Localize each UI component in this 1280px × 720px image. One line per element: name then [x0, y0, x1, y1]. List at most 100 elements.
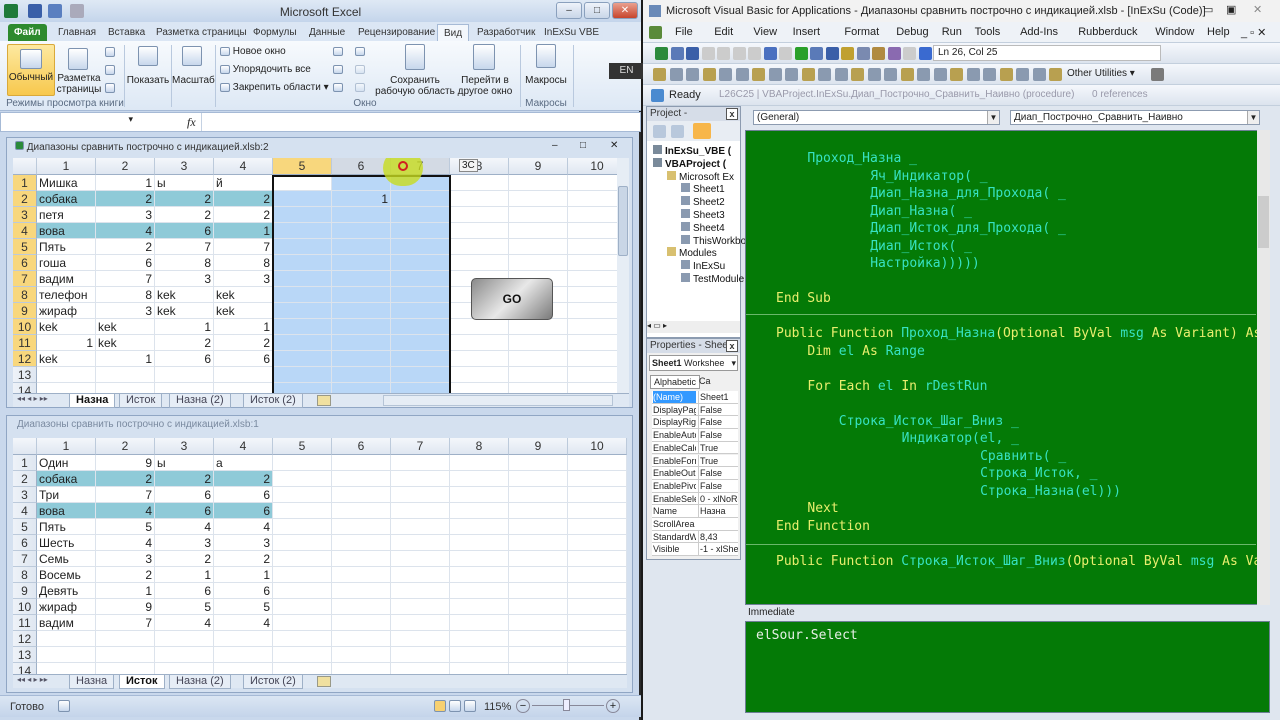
- select-all-corner[interactable]: [13, 158, 37, 175]
- cell[interactable]: вадим: [37, 271, 96, 287]
- cell[interactable]: [391, 599, 450, 615]
- cell[interactable]: 2: [155, 335, 214, 351]
- cell[interactable]: петя: [37, 207, 96, 223]
- cell[interactable]: 3: [96, 551, 155, 567]
- cell[interactable]: [37, 663, 96, 674]
- menu-item[interactable]: Edit: [714, 26, 733, 38]
- menu-item[interactable]: File: [675, 26, 693, 38]
- cell[interactable]: 2: [96, 567, 155, 583]
- cell[interactable]: [509, 383, 568, 393]
- cell[interactable]: [568, 223, 617, 239]
- cell[interactable]: [450, 583, 509, 599]
- cell[interactable]: 9: [96, 455, 155, 471]
- page-layout-button[interactable]: Разметка страницы: [56, 44, 102, 95]
- cell[interactable]: [509, 471, 568, 487]
- menu-item[interactable]: Rubberduck: [1078, 26, 1137, 38]
- row-header[interactable]: 1: [13, 175, 37, 191]
- cell[interactable]: [509, 615, 568, 631]
- row-header[interactable]: 4: [13, 503, 37, 519]
- bottom-sheet-grid[interactable]: 1 2 3 4 5 6 7 8 9 10 1 Один 9 ы а 2 собака 2 2 2 3 Три 7 6 6 4 вов…: [13, 438, 627, 674]
- ribbon-tab[interactable]: Главная: [52, 24, 102, 41]
- cell[interactable]: 5: [96, 519, 155, 535]
- cut-icon[interactable]: [701, 47, 715, 60]
- immediate-window[interactable]: elSour.Select: [745, 621, 1270, 713]
- vba-close-button[interactable]: ✕: [1253, 3, 1262, 16]
- vba-maximize-button[interactable]: ▣: [1226, 3, 1236, 16]
- rubberduck-tool-icon[interactable]: [653, 68, 666, 81]
- paste-icon[interactable]: [732, 47, 746, 60]
- code-vertical-scrollbar[interactable]: [1257, 130, 1270, 605]
- rubberduck-tool-icon[interactable]: [719, 68, 732, 81]
- cell[interactable]: [568, 663, 627, 674]
- row-header[interactable]: 14: [13, 663, 37, 674]
- cell[interactable]: [450, 519, 509, 535]
- rubberduck-tool-icon[interactable]: [669, 68, 683, 81]
- new-window-button[interactable]: Новое окно: [220, 46, 286, 57]
- save-workspace-button[interactable]: Сохранить рабочую область: [375, 44, 455, 97]
- rubberduck-tool-icon[interactable]: [950, 68, 963, 81]
- cell[interactable]: [155, 383, 214, 393]
- cell[interactable]: [450, 367, 509, 383]
- sheet-tab[interactable]: Назна: [69, 675, 115, 689]
- cell[interactable]: 1: [214, 567, 273, 583]
- cell[interactable]: [568, 567, 627, 583]
- cell[interactable]: [450, 631, 509, 647]
- cell[interactable]: [332, 631, 391, 647]
- column-header[interactable]: 1: [37, 158, 96, 175]
- rubberduck-tool-icon[interactable]: [983, 68, 996, 81]
- ribbon-tab[interactable]: Вставка: [102, 24, 151, 41]
- cell[interactable]: [391, 631, 450, 647]
- cell[interactable]: [509, 239, 568, 255]
- project-tree-item[interactable]: Modules: [667, 247, 717, 259]
- menu-item[interactable]: View: [753, 26, 777, 38]
- rubberduck-tool-icon[interactable]: [686, 68, 699, 81]
- cell[interactable]: [155, 647, 214, 663]
- cell[interactable]: [391, 455, 450, 471]
- property-row[interactable]: ScrollArea: [652, 518, 738, 531]
- project-tree-item[interactable]: Sheet3: [681, 209, 725, 221]
- cell[interactable]: [509, 175, 568, 191]
- row-header[interactable]: 11: [13, 615, 37, 631]
- cell[interactable]: [450, 663, 509, 674]
- property-row[interactable]: (Name) Sheet1: [652, 391, 738, 404]
- cell[interactable]: [568, 303, 617, 319]
- cell[interactable]: [568, 599, 627, 615]
- property-row[interactable]: EnableSelection0 - xlNoRestrictions: [652, 492, 738, 506]
- cell[interactable]: 2: [214, 207, 273, 223]
- cell[interactable]: Восемь: [37, 567, 96, 583]
- rubberduck-tool-icon[interactable]: [768, 68, 782, 81]
- normal-view-icon[interactable]: [434, 700, 446, 712]
- cell[interactable]: Пять: [37, 519, 96, 535]
- row-header[interactable]: 8: [13, 567, 37, 583]
- cell[interactable]: 2: [214, 551, 273, 567]
- cell[interactable]: ы: [155, 455, 214, 471]
- cell[interactable]: [450, 599, 509, 615]
- cell[interactable]: [391, 503, 450, 519]
- cell[interactable]: [155, 367, 214, 383]
- cell[interactable]: [37, 367, 96, 383]
- cell[interactable]: [568, 631, 627, 647]
- cell[interactable]: [509, 319, 568, 335]
- cell[interactable]: [450, 223, 509, 239]
- rubberduck-tool-icon[interactable]: [999, 68, 1013, 81]
- row-header[interactable]: 14: [13, 383, 37, 393]
- cell[interactable]: [391, 663, 450, 674]
- cell[interactable]: 3: [96, 207, 155, 223]
- rubberduck-tool-icon[interactable]: [801, 68, 815, 81]
- row-header[interactable]: 2: [13, 471, 37, 487]
- cell[interactable]: [568, 383, 617, 393]
- property-row[interactable]: EnableAutoFilterFalse: [652, 429, 738, 442]
- cell[interactable]: 2: [96, 471, 155, 487]
- properties-icon[interactable]: [872, 47, 885, 60]
- row-header[interactable]: 6: [13, 255, 37, 271]
- cell[interactable]: 1: [37, 335, 96, 351]
- cell[interactable]: 6: [155, 487, 214, 503]
- row-header[interactable]: 3: [13, 487, 37, 503]
- switch-windows-button[interactable]: Перейти в другое окно: [453, 44, 517, 97]
- code-window-controls[interactable]: _ ▫ ✕: [1241, 26, 1266, 39]
- code-scroll-thumb[interactable]: [1258, 196, 1269, 248]
- cell[interactable]: [568, 191, 617, 207]
- cell[interactable]: 6: [214, 503, 273, 519]
- cell[interactable]: [509, 351, 568, 367]
- view-code-icon[interactable]: [653, 125, 666, 138]
